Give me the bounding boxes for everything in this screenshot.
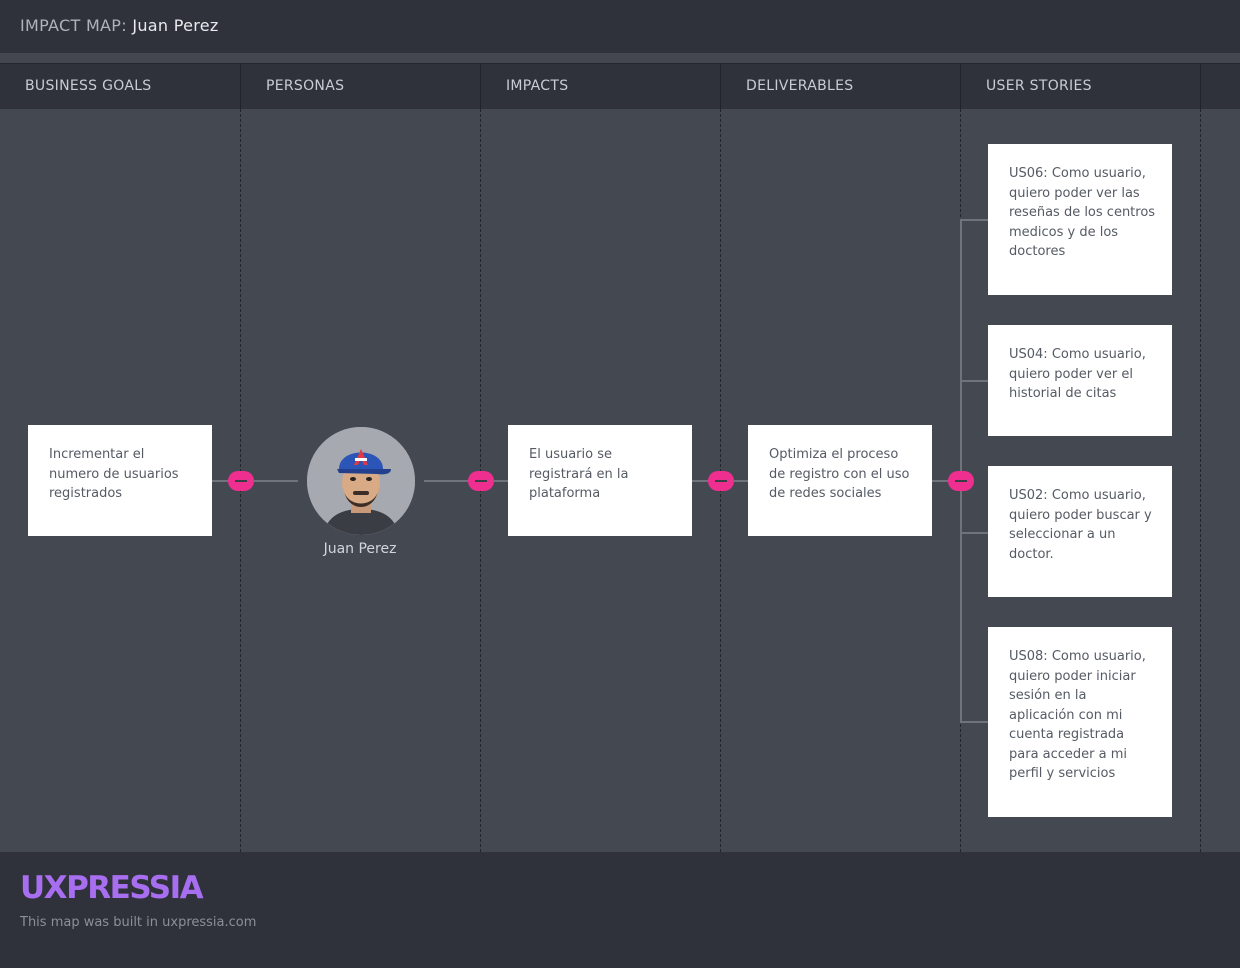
uxpressia-logo: UXPRESSIA: [20, 870, 204, 906]
collapse-toggle-icon[interactable]: [468, 471, 494, 491]
user-story-card[interactable]: US08: Como usuario, quiero poder iniciar…: [988, 627, 1172, 817]
column-header-impacts: IMPACTS: [481, 64, 721, 110]
column-header-personas: PERSONAS: [241, 64, 481, 110]
column-header-business-goals: BUSINESS GOALS: [0, 64, 241, 110]
collapse-toggle-icon[interactable]: [948, 471, 974, 491]
business-goal-card[interactable]: Incrementar el numero de usuarios regist…: [28, 425, 212, 536]
connector-story-branch: [960, 721, 988, 723]
footer-credit: This map was built in uxpressia.com: [20, 915, 257, 930]
column-header-row: BUSINESS GOALS PERSONAS IMPACTS DELIVERA…: [0, 63, 1240, 110]
connector-persona-impact: [424, 480, 508, 482]
page-title-name[interactable]: Juan Perez: [132, 16, 218, 35]
connector-story-branch: [960, 532, 988, 534]
user-story-card[interactable]: US02: Como usuario, quiero poder buscar …: [988, 466, 1172, 597]
user-story-card[interactable]: US06: Como usuario, quiero poder ver las…: [988, 144, 1172, 295]
connector-story-branch: [960, 219, 988, 221]
map-canvas: Incrementar el numero de usuarios regist…: [0, 109, 1240, 852]
column-divider: [1200, 109, 1201, 852]
impact-card[interactable]: El usuario se registrará en la plataform…: [508, 425, 692, 536]
avatar-photo-icon: [307, 427, 415, 535]
top-bar: IMPACT MAP: Juan Perez: [0, 0, 1240, 53]
column-header-deliverables: DELIVERABLES: [721, 64, 961, 110]
connector-goal-persona: [212, 480, 298, 482]
collapse-toggle-icon[interactable]: [708, 471, 734, 491]
deliverable-card[interactable]: Optimiza el proceso de registro con el u…: [748, 425, 932, 536]
user-story-card[interactable]: US04: Como usuario, quiero poder ver el …: [988, 325, 1172, 436]
connector-story-branch: [960, 380, 988, 382]
page-title: IMPACT MAP: Juan Perez: [20, 16, 219, 35]
footer: UXPRESSIA This map was built in uxpressi…: [0, 852, 1240, 968]
column-header-user-stories: USER STORIES: [961, 64, 1201, 110]
page-title-label: IMPACT MAP:: [20, 16, 127, 35]
persona-avatar[interactable]: [307, 427, 415, 535]
persona-name: Juan Perez: [323, 541, 397, 557]
collapse-toggle-icon[interactable]: [228, 471, 254, 491]
